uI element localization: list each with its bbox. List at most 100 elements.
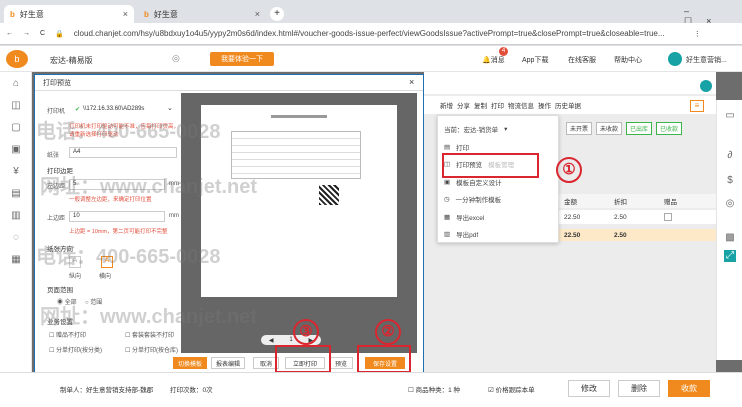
browser-tab-1[interactable]: b 好生意 × (4, 5, 134, 23)
url-field[interactable]: cloud.chanjet.com/hsy/u8bdxuy1o4u5/yypy2… (74, 29, 684, 38)
top-margin-hint: 上边距 = 10mm，第二页可能打印不完整 (69, 229, 168, 235)
share-button[interactable]: 分享 (457, 100, 470, 110)
logistics-button[interactable]: 物流信息 (508, 100, 534, 110)
qr-icon[interactable]: ▩ (724, 232, 736, 244)
copy-button[interactable]: 复制 (474, 100, 487, 110)
menu-item-export-excel[interactable]: ▦ 导出excel (444, 212, 484, 222)
gift-checkbox[interactable] (664, 213, 672, 221)
paper-label: 纸张 (47, 153, 60, 159)
preview-button[interactable]: 预览 (329, 357, 353, 369)
reload-icon[interactable]: C (40, 30, 45, 37)
browser-tab-2[interactable]: b 好生意 × (138, 5, 266, 23)
column-header: 折扣 (614, 199, 627, 206)
new-tab-button[interactable]: + (270, 7, 284, 21)
close-icon[interactable]: × (123, 9, 128, 19)
more-icon[interactable]: ≡ (690, 100, 704, 112)
box-icon[interactable]: ▣ (10, 144, 22, 156)
company-name[interactable]: 宏达-精易版 (50, 55, 93, 66)
paper-select[interactable]: A4 (69, 147, 177, 158)
loop-icon[interactable]: ◌ (10, 232, 22, 244)
print-count: 打印次数：0次 (170, 387, 213, 394)
clock-icon: ◷ (444, 196, 450, 203)
cart-icon[interactable]: ◫ (10, 100, 22, 112)
teal-dot (700, 80, 712, 92)
expand-icon[interactable]: ⤢ (724, 250, 736, 262)
option-checkbox[interactable]: ☐ 分单打印(按分类) (49, 345, 102, 354)
back-icon[interactable]: ← (6, 30, 13, 37)
lock-icon: 🔒 (55, 30, 64, 38)
menu-current-template[interactable]: 当前：宏达-销货单 ▾ (444, 124, 507, 134)
printer-label: 打印机 (47, 109, 66, 115)
option-checkbox[interactable]: ☐ 套装套装不打印 (125, 330, 174, 339)
brand-logo: b (6, 50, 28, 68)
first-page-icon[interactable]: ◀ (269, 337, 274, 344)
design-icon: ▣ (444, 179, 451, 186)
print-icon: ▤ (444, 144, 451, 151)
printer-select[interactable]: ✔ \\172.16.33.60\AD289s (75, 103, 175, 115)
app-download-link[interactable]: App下载 (522, 55, 548, 65)
paper-preview (201, 105, 397, 297)
watermark-url: 网址：www.chanjet.net (40, 176, 258, 198)
menu-icon[interactable]: ⋮ (694, 30, 701, 38)
annotation-marker-1: ① (556, 157, 582, 183)
landscape-label: 横向 (99, 274, 112, 280)
print-dropdown-menu: 当前：宏达-销货单 ▾ ▤ 打印 ◫ 打印预览 模板管理 ▣ 模板自定义设计 ◷ 一分钟制作… (437, 115, 559, 243)
table-row[interactable]: 22.50 2.50 (556, 210, 716, 224)
document-icon[interactable]: ▤ (10, 188, 22, 200)
user-name[interactable]: 好生意营销... (686, 55, 727, 65)
trial-button[interactable]: 我要体验一下 (210, 52, 274, 66)
money-icon[interactable]: ¥ (10, 166, 22, 178)
price-track-checkbox[interactable]: ☑ 价格跟踪本单 (488, 384, 535, 394)
online-service-link[interactable]: 在线客服 (568, 55, 596, 65)
close-icon[interactable]: × (409, 77, 414, 87)
watermark-phone: 电话：400-665-0028 (36, 246, 221, 268)
edit-button[interactable]: 修改 (568, 380, 610, 397)
creator-text: 制单人：好生意营销支持部-魏郡 (60, 387, 154, 394)
comment-icon[interactable]: ▭ (724, 110, 736, 122)
print-button[interactable]: 打印 (491, 100, 504, 110)
table-header: 金额 折扣 赠品 (556, 194, 716, 208)
top-margin-label: 上边距 (47, 216, 66, 222)
annotation-box-3 (275, 345, 331, 373)
avatar[interactable] (668, 52, 682, 66)
pdf-icon: ▥ (444, 231, 451, 238)
chevron-down-icon[interactable]: ⌄ (167, 104, 173, 112)
chip-unbilled: 未开票 (566, 122, 593, 135)
home-icon[interactable]: ⌂ (10, 78, 22, 90)
receipt-button[interactable]: 收款 (668, 380, 710, 397)
menu-item-custom-design[interactable]: ▣ 模板自定义设计 (444, 177, 502, 187)
dialog-title: 打印预览 (35, 75, 423, 91)
left-sidebar: ⌂ ◫ ▢ ▣ ¥ ▤ ▥ ◌ ▦ (0, 72, 32, 407)
history-button[interactable]: 历史单据 (555, 100, 581, 110)
dollar-icon[interactable]: $ (724, 175, 736, 187)
settings-icon[interactable]: ◎ (172, 53, 180, 64)
menu-item-export-pdf[interactable]: ▥ 导出pdf (444, 229, 478, 239)
help-link[interactable]: 帮助中心 (614, 55, 642, 65)
page-footer: 制单人：好生意营销支持部-魏郡 打印次数：0次 ☐ 商品种类：1 种 ☑ 价格跟… (0, 372, 742, 407)
option-checkbox[interactable]: ☐ 分单打印(按仓库) (125, 345, 178, 354)
delete-button[interactable]: 删除 (618, 380, 660, 397)
switch-template-button[interactable]: 切换模板 (173, 357, 207, 369)
option-checkbox[interactable]: ☐ 赠品不打印 (49, 330, 86, 339)
edit-report-button[interactable]: 报表编辑 (211, 357, 245, 369)
message-badge: 4 (499, 47, 508, 56)
menu-item-quick-template[interactable]: ◷ 一分钟制作模板 (444, 194, 501, 204)
portrait-label: 纵向 (69, 274, 82, 280)
bell-icon: 🔔 (482, 57, 491, 64)
menu-item-print[interactable]: ▤ 打印 (444, 142, 469, 152)
share-icon[interactable]: ◎ (724, 198, 736, 210)
tab-label: 好生意 (153, 9, 178, 19)
message-link[interactable]: 🔔消息 (482, 55, 505, 65)
top-margin-input[interactable]: 10 (69, 211, 165, 222)
forward-icon[interactable]: → (23, 30, 30, 37)
operation-button[interactable]: 操作 (538, 100, 551, 110)
new-button[interactable]: 新增 (440, 100, 453, 110)
report-icon[interactable]: ▦ (10, 254, 22, 266)
bag-icon[interactable]: ▢ (10, 122, 22, 134)
attach-icon[interactable]: ∂ (724, 150, 736, 162)
qr-code-icon (319, 185, 339, 205)
close-icon[interactable]: × (255, 9, 260, 19)
chart-icon[interactable]: ▥ (10, 210, 22, 222)
watermark-phone: 电话：400-665-0028 (36, 121, 221, 143)
right-toolbar: ▭ ∂ $ ◎ ▩ ⤢ (716, 100, 742, 360)
